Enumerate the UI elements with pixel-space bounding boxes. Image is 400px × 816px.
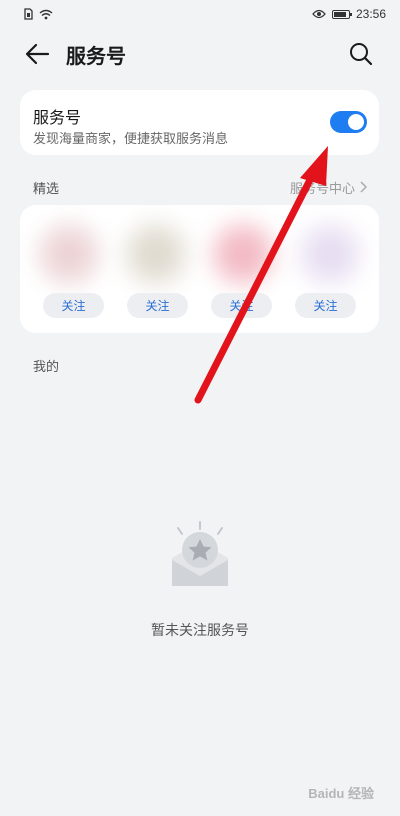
empty-state-text: 暂未关注服务号 bbox=[151, 623, 249, 639]
empty-star-mailbox-icon bbox=[172, 521, 228, 586]
watermark: Baidu 经验 bbox=[308, 786, 374, 801]
sim-icon bbox=[24, 8, 33, 20]
eye-icon bbox=[312, 9, 326, 19]
follow-row: 关注 关注 关注 关注 bbox=[43, 293, 356, 318]
account-avatar[interactable] bbox=[34, 219, 104, 289]
account-avatar[interactable] bbox=[208, 219, 278, 289]
chevron-right-icon bbox=[360, 181, 367, 193]
avatar-row bbox=[34, 215, 365, 293]
battery-icon bbox=[331, 9, 352, 19]
featured-accounts-card: 关注 关注 关注 关注 bbox=[20, 205, 379, 333]
account-avatar[interactable] bbox=[295, 219, 365, 289]
status-left bbox=[24, 8, 53, 20]
service-center-link[interactable]: 服务号中心 bbox=[290, 178, 379, 197]
service-account-toggle-card: 服务号 发现海量商家，便捷获取服务消息 bbox=[20, 90, 379, 155]
service-center-label: 服务号中心 bbox=[289, 181, 355, 197]
account-avatar[interactable] bbox=[121, 219, 191, 289]
status-bar: 23:56 bbox=[0, 0, 400, 28]
toggle-subtitle: 发现海量商家，便捷获取服务消息 bbox=[33, 132, 229, 147]
page-title: 服务号 bbox=[66, 44, 126, 68]
follow-button[interactable]: 关注 bbox=[127, 293, 188, 318]
featured-label: 精选 bbox=[33, 181, 60, 197]
follow-button[interactable]: 关注 bbox=[211, 293, 272, 318]
toggle-title: 服务号 bbox=[33, 108, 82, 127]
search-icon[interactable] bbox=[348, 41, 374, 67]
status-right: 23:56 bbox=[312, 7, 386, 21]
follow-button[interactable]: 关注 bbox=[295, 293, 356, 318]
battery-fill bbox=[333, 11, 346, 17]
wifi-icon bbox=[39, 9, 53, 19]
switch-knob bbox=[348, 114, 364, 130]
featured-section-header: 精选 服务号中心 bbox=[20, 176, 379, 198]
service-account-switch[interactable] bbox=[330, 111, 367, 133]
back-arrow-icon[interactable] bbox=[22, 41, 52, 67]
header: 服务号 bbox=[0, 34, 400, 74]
mine-label: 我的 bbox=[33, 360, 60, 375]
follow-button[interactable]: 关注 bbox=[43, 293, 104, 318]
status-time: 23:56 bbox=[355, 7, 386, 21]
